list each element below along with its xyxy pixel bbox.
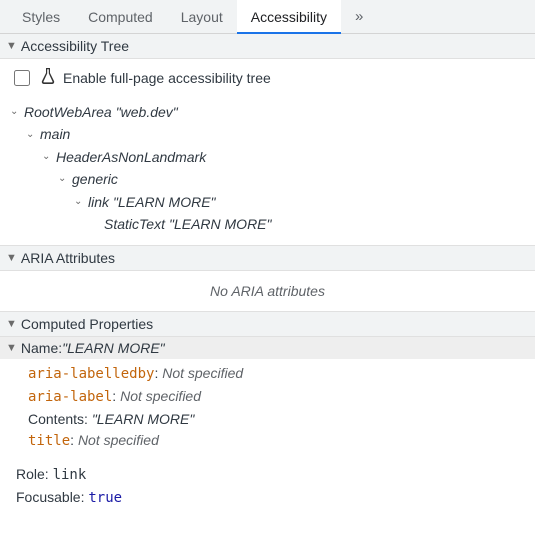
section-header-computed[interactable]: ▼ Computed Properties [0,311,535,337]
devtools-tabs: Styles Computed Layout Accessibility » [0,0,535,34]
section-header-aria[interactable]: ▼ ARIA Attributes [0,245,535,271]
collapse-icon: ▼ [6,40,17,52]
tab-layout[interactable]: Layout [167,0,237,33]
collapse-icon: ▼ [6,318,17,330]
tab-accessibility[interactable]: Accessibility [237,0,341,33]
section-title: ARIA Attributes [21,250,115,266]
prop-aria-labelledby: aria-labelledby: Not specified [28,363,525,386]
computed-other-props: Role: link Focusable: true [0,463,535,520]
prop-title: title: Not specified [28,430,525,453]
caret-icon: ⌄ [42,149,52,165]
prop-contents: Contents: "LEARN MORE" [28,409,525,431]
collapse-icon: ▼ [6,252,17,264]
caret-icon: ⌄ [58,171,68,187]
tab-computed[interactable]: Computed [74,0,167,33]
collapse-icon: ▼ [6,342,17,354]
experiment-icon [41,68,55,88]
aria-empty-message: No ARIA attributes [0,271,535,311]
prop-role: Role: link [16,463,525,486]
caret-icon: ⌄ [10,104,20,120]
section-title: Accessibility Tree [21,38,129,54]
tab-overflow[interactable]: » [341,0,377,33]
enable-label: Enable full-page accessibility tree [63,70,271,86]
accessibility-tree: ⌄ RootWebArea "web.dev" ⌄ main ⌄ HeaderA… [0,97,535,245]
tree-node-generic[interactable]: ⌄ generic [58,168,527,190]
computed-name-sources: aria-labelledby: Not specified aria-labe… [0,359,535,463]
tree-node-main[interactable]: ⌄ main [26,123,527,145]
tree-node-root[interactable]: ⌄ RootWebArea "web.dev" [10,101,527,123]
caret-icon: ⌄ [74,194,84,210]
name-value: "LEARN MORE" [62,340,165,356]
tree-node-header[interactable]: ⌄ HeaderAsNonLandmark [42,146,527,168]
section-title: Computed Properties [21,316,153,332]
computed-name-row[interactable]: ▼ Name: "LEARN MORE" [0,337,535,359]
section-header-tree[interactable]: ▼ Accessibility Tree [0,34,535,59]
caret-icon: ⌄ [26,127,36,143]
prop-aria-label: aria-label: Not specified [28,386,525,409]
prop-focusable: Focusable: true [16,486,525,509]
tree-node-link[interactable]: ⌄ link "LEARN MORE" [74,191,527,213]
name-label: Name: [21,340,62,356]
enable-full-page-row: Enable full-page accessibility tree [0,59,535,97]
tree-node-statictext[interactable]: StaticText "LEARN MORE" [104,213,527,235]
enable-full-page-checkbox[interactable] [14,70,30,86]
tab-styles[interactable]: Styles [8,0,74,33]
